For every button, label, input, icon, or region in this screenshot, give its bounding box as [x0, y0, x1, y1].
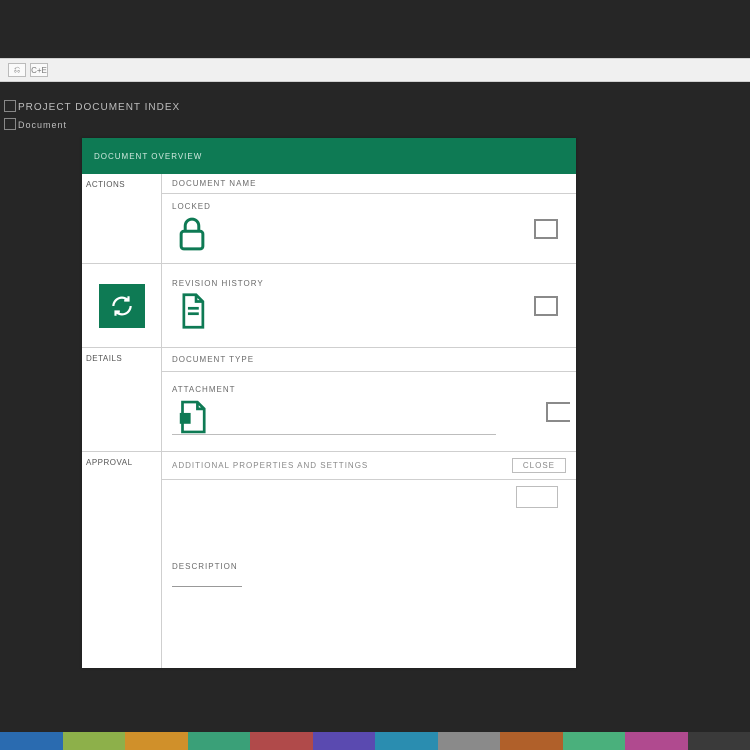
sidebar-item-details[interactable]: DETAILS: [82, 348, 161, 452]
close-button[interactable]: CLOSE: [512, 458, 566, 473]
row-document-name: DOCUMENT NAME: [162, 174, 576, 194]
sidebar-item-label: APPROVAL: [86, 458, 157, 467]
row-revision: REVISION HISTORY: [162, 264, 576, 348]
row-doc-type: DOCUMENT TYPE: [162, 348, 576, 372]
panel-main: DOCUMENT NAME LOCKED REVISION HISTORY: [162, 174, 576, 668]
tree-toggle-icon[interactable]: [4, 100, 16, 112]
sidebar-item-approval[interactable]: APPROVAL: [82, 452, 161, 668]
panel-title: DOCUMENT OVERVIEW: [94, 152, 202, 161]
attachment-checkbox[interactable]: [546, 402, 570, 422]
sidebar-item-label: DETAILS: [86, 354, 157, 363]
row-label: REVISION HISTORY: [172, 279, 566, 288]
tree-toggle-icon[interactable]: [4, 118, 16, 130]
side-control[interactable]: [516, 486, 558, 508]
taskbar: [0, 732, 750, 750]
description-input[interactable]: [172, 577, 242, 587]
panel-sidebar: ACTIONS DETAILS APPROVAL: [82, 174, 162, 668]
recycle-icon: [99, 284, 145, 328]
sidebar-item-icon[interactable]: [82, 264, 161, 348]
lock-icon: [172, 213, 212, 255]
row-description: DESCRIPTION: [162, 480, 576, 668]
document-panel: DOCUMENT OVERVIEW ACTIONS DETAILS APPROV…: [82, 138, 576, 668]
breadcrumb-sub: Document: [18, 120, 67, 130]
locked-checkbox[interactable]: [534, 219, 558, 239]
document-icon: [172, 290, 212, 332]
row-label: DOCUMENT TYPE: [172, 355, 566, 364]
row-footer: ADDITIONAL PROPERTIES AND SETTINGS CLOSE: [162, 452, 576, 480]
breadcrumb: PROJECT DOCUMENT INDEX: [18, 102, 180, 113]
sidebar-item-actions[interactable]: ACTIONS: [82, 174, 161, 264]
footer-text: ADDITIONAL PROPERTIES AND SETTINGS: [172, 461, 504, 470]
row-label: DESCRIPTION: [172, 562, 566, 571]
row-label: ATTACHMENT: [172, 385, 566, 394]
file-icon: [172, 396, 212, 438]
address-bar: ⎌ C+E: [0, 58, 750, 82]
row-label: LOCKED: [172, 202, 566, 211]
row-locked: LOCKED: [162, 194, 576, 264]
back-button[interactable]: ⎌: [8, 63, 26, 77]
row-attachment: ATTACHMENT: [162, 372, 576, 452]
toolbar-button[interactable]: C+E: [30, 63, 48, 77]
revision-checkbox[interactable]: [534, 296, 558, 316]
sidebar-item-label: ACTIONS: [86, 180, 157, 189]
panel-header: DOCUMENT OVERVIEW: [82, 138, 576, 174]
row-label: DOCUMENT NAME: [172, 179, 566, 188]
